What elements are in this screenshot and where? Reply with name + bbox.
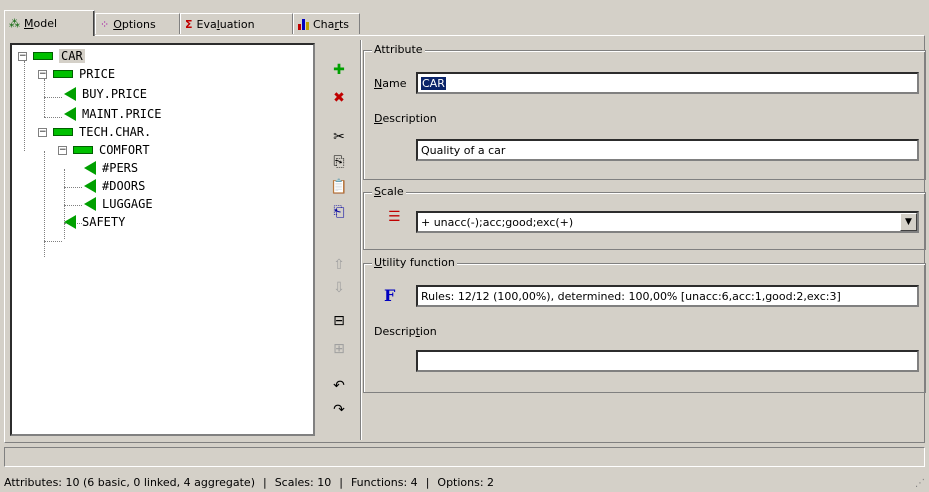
bar-chart-icon bbox=[298, 18, 309, 30]
attribute-group: Attribute Name CAR Description Quality o… bbox=[363, 43, 926, 180]
status-bar: Attributes: 10 (6 basic, 0 linked, 4 agg… bbox=[4, 472, 925, 492]
utility-description-field[interactable] bbox=[416, 350, 919, 372]
name-field[interactable]: CAR bbox=[416, 72, 919, 94]
tree-line bbox=[64, 205, 82, 206]
collapse-icon[interactable]: − bbox=[38, 69, 47, 79]
basic-node-icon bbox=[84, 161, 96, 175]
delete-attribute-icon[interactable]: ✖ bbox=[326, 88, 352, 108]
aggregate-node-icon bbox=[53, 128, 73, 136]
basic-node-icon bbox=[84, 179, 96, 193]
tree-node-safety[interactable]: SAFETY bbox=[64, 213, 125, 231]
basic-node-icon bbox=[64, 87, 76, 101]
tree-node-price[interactable]: − PRICE bbox=[38, 65, 115, 83]
scale-group: Scale ☰ + unacc(-);acc;good;exc(+) ▼ bbox=[363, 185, 926, 250]
status-bar-empty bbox=[4, 447, 925, 467]
tree-node-car[interactable]: − CAR bbox=[18, 47, 85, 65]
scale-dropdown[interactable]: + unacc(-);acc;good;exc(+) ▼ bbox=[416, 211, 919, 233]
resize-grip-icon[interactable]: ⋰ bbox=[915, 478, 927, 490]
status-attributes: Attributes: 10 (6 basic, 0 linked, 4 agg… bbox=[4, 475, 255, 489]
redo-icon[interactable]: ↷ bbox=[326, 400, 352, 420]
chevron-down-icon[interactable]: ▼ bbox=[900, 213, 917, 231]
status-scales: Scales: 10 bbox=[274, 475, 332, 489]
cut-icon[interactable]: ✂ bbox=[326, 127, 352, 147]
add-attribute-icon[interactable]: ✚ bbox=[326, 60, 352, 80]
tab-charts[interactable]: Charts bbox=[293, 13, 360, 34]
tree-line bbox=[44, 117, 62, 118]
status-separator: | bbox=[262, 475, 267, 489]
utility-group-title: Utility function bbox=[372, 256, 457, 269]
paste-icon[interactable]: 📋 bbox=[326, 177, 352, 197]
aggregate-node-icon bbox=[33, 52, 53, 60]
attribute-group-title: Attribute bbox=[372, 43, 425, 56]
tab-evaluation[interactable]: Σ Evaluation bbox=[180, 13, 293, 34]
tab-options[interactable]: ⁘ Options bbox=[95, 13, 180, 34]
basic-node-icon bbox=[64, 215, 76, 229]
basic-node-icon bbox=[64, 107, 76, 121]
tree-node-pers[interactable]: #PERS bbox=[84, 159, 138, 177]
tree-node-maint-price[interactable]: MAINT.PRICE bbox=[64, 105, 161, 123]
tree-line bbox=[44, 79, 45, 117]
tree-line bbox=[44, 241, 62, 242]
tree-node-comfort[interactable]: − COMFORT bbox=[58, 141, 150, 159]
rules-field[interactable]: Rules: 12/12 (100,00%), determined: 100,… bbox=[416, 285, 919, 307]
scale-list-icon: ☰ bbox=[388, 209, 401, 225]
utility-function-group: Utility function F Rules: 12/12 (100,00%… bbox=[363, 256, 926, 393]
expand-tree-icon[interactable]: ⊞ bbox=[326, 339, 352, 359]
model-tree-icon: ⁂ bbox=[9, 17, 20, 30]
move-up-icon[interactable]: ⇧ bbox=[326, 255, 352, 275]
tree-node-luggage[interactable]: LUGGAGE bbox=[84, 195, 153, 213]
move-down-icon[interactable]: ⇩ bbox=[326, 278, 352, 298]
sigma-icon: Σ bbox=[185, 17, 193, 31]
tab-model[interactable]: ⁂ Model bbox=[4, 10, 95, 36]
tree-line bbox=[64, 187, 82, 188]
utility-description-label: Description bbox=[374, 325, 437, 338]
function-icon: F bbox=[384, 286, 396, 305]
collapse-icon[interactable]: − bbox=[18, 51, 27, 61]
collapse-tree-icon[interactable]: ⊟ bbox=[326, 311, 352, 331]
status-options: Options: 2 bbox=[437, 475, 495, 489]
status-separator: | bbox=[339, 475, 343, 489]
tree-line bbox=[24, 61, 25, 151]
aggregate-node-icon bbox=[73, 146, 93, 154]
paste-special-icon[interactable]: ⎗ bbox=[326, 202, 352, 222]
tree-node-doors[interactable]: #DOORS bbox=[84, 177, 145, 195]
copy-icon[interactable]: ⎘ bbox=[326, 152, 352, 172]
scale-group-title: Scale bbox=[372, 185, 406, 198]
tree-node-buy-price[interactable]: BUY.PRICE bbox=[64, 85, 147, 103]
status-functions: Functions: 4 bbox=[350, 475, 418, 489]
name-label: Name bbox=[374, 77, 407, 90]
aggregate-node-icon bbox=[53, 70, 73, 78]
splitter[interactable] bbox=[360, 40, 362, 440]
description-field[interactable]: Quality of a car bbox=[416, 139, 919, 161]
collapse-icon[interactable]: − bbox=[58, 145, 67, 155]
status-separator: | bbox=[425, 475, 430, 489]
options-dots-icon: ⁘ bbox=[100, 17, 110, 31]
tree-line bbox=[44, 97, 62, 98]
model-tree[interactable]: − CAR − PRICE BUY.PRICE MAINT.PRICE − TE… bbox=[10, 43, 315, 436]
basic-node-icon bbox=[84, 197, 96, 211]
undo-icon[interactable]: ↶ bbox=[326, 376, 352, 396]
tree-node-tech-char[interactable]: − TECH.CHAR. bbox=[38, 123, 151, 141]
description-label: Description bbox=[374, 112, 437, 125]
collapse-icon[interactable]: − bbox=[38, 127, 47, 137]
